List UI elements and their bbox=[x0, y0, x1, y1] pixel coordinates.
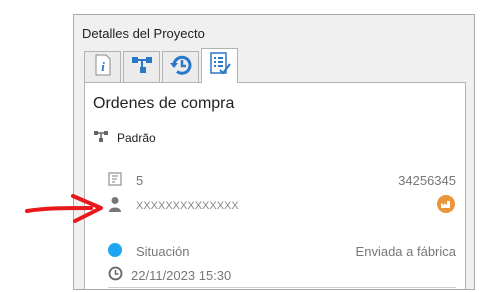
order-count: 5 bbox=[136, 173, 144, 188]
supplier-name: XXXXXXXXXXXXXX bbox=[136, 199, 239, 212]
order-date: 22/11/2023 15:30 bbox=[131, 267, 232, 283]
red-arrow-annotation bbox=[25, 194, 105, 229]
order-type-label: Padrão bbox=[117, 130, 156, 145]
info-icon: i bbox=[93, 54, 113, 81]
order-count-row: 5 34256345 bbox=[108, 172, 456, 189]
tab-checklist[interactable] bbox=[201, 48, 238, 83]
panel-title: Detalles del Proyecto bbox=[82, 26, 205, 41]
supplier-row: XXXXXXXXXXXXXX bbox=[108, 194, 456, 217]
purchase-orders-card: Ordenes de compra Padrão 5 34256345 XXXX… bbox=[84, 82, 466, 289]
tab-history[interactable] bbox=[162, 51, 199, 82]
project-details-panel: Detalles del Proyecto i Ordenes de compr… bbox=[73, 14, 475, 290]
history-icon bbox=[169, 53, 193, 82]
status-value: Enviada a fábrica bbox=[355, 244, 456, 259]
divider bbox=[108, 287, 456, 288]
date-row: 22/11/2023 15:30 bbox=[108, 266, 456, 284]
hierarchy-small-icon bbox=[93, 129, 109, 146]
clock-icon bbox=[108, 266, 123, 284]
order-type: Padrão bbox=[93, 129, 156, 146]
svg-text:i: i bbox=[101, 59, 105, 74]
tab-info[interactable]: i bbox=[84, 51, 121, 82]
tab-hierarchy[interactable] bbox=[123, 51, 160, 82]
order-number: 34256345 bbox=[398, 173, 456, 188]
status-dot bbox=[108, 243, 122, 260]
person-icon bbox=[108, 196, 122, 215]
hierarchy-icon bbox=[130, 54, 154, 81]
purchase-orders-heading: Ordenes de compra bbox=[93, 95, 235, 112]
factory-icon[interactable] bbox=[436, 194, 456, 217]
status-row: Situación Enviada a fábrica bbox=[108, 243, 456, 260]
status-label: Situación bbox=[136, 244, 190, 259]
checklist-icon bbox=[208, 51, 232, 82]
document-count-icon bbox=[108, 172, 122, 189]
